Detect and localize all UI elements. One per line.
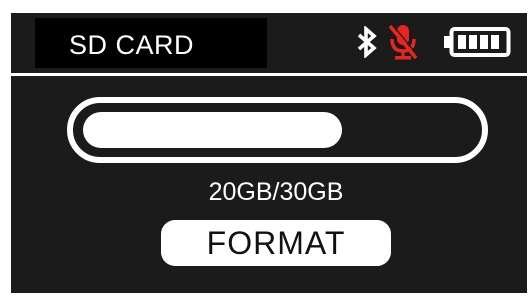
storage-usage-bar bbox=[67, 97, 488, 163]
storage-usage-fill bbox=[83, 112, 342, 148]
format-button[interactable]: FORMAT bbox=[161, 220, 391, 266]
page-title: SD CARD bbox=[69, 30, 195, 60]
header-divider bbox=[11, 73, 527, 76]
storage-capacity-label: 20GB/30GB bbox=[208, 178, 344, 206]
header-title-box: SD CARD bbox=[35, 18, 267, 68]
mic-muted-icon bbox=[388, 23, 419, 60]
bluetooth-icon bbox=[357, 26, 377, 58]
battery-icon bbox=[444, 27, 511, 57]
device-screen: SD CARD 20GB/30GB FORMAT bbox=[11, 13, 527, 293]
